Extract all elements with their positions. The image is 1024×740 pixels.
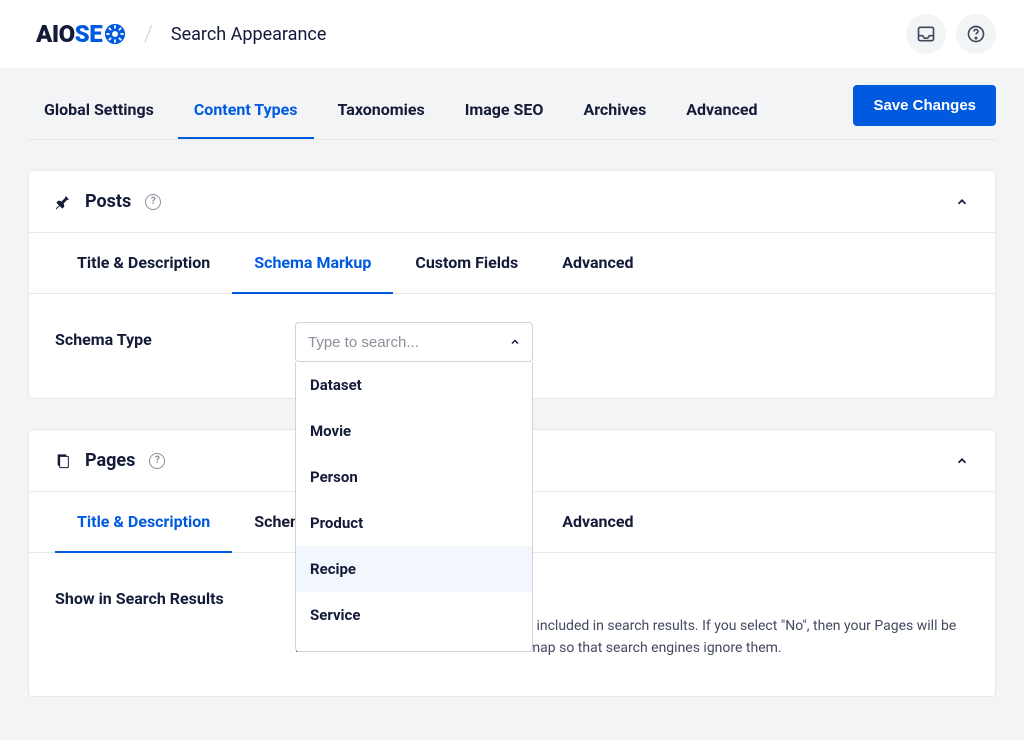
- chevron-up-icon: [955, 195, 969, 209]
- posts-subtab-advanced[interactable]: Advanced: [540, 233, 655, 294]
- posts-subtab-schema[interactable]: Schema Markup: [232, 233, 393, 294]
- dropdown-item-movie[interactable]: Movie: [296, 408, 532, 454]
- chevron-up-icon: [955, 454, 969, 468]
- header-left: AIOSE / Search Appearance: [36, 20, 326, 48]
- tab-image-seo[interactable]: Image SEO: [449, 82, 560, 139]
- pages-help-icon[interactable]: ?: [149, 453, 165, 469]
- dropdown-item-software[interactable]: Software Application: [296, 638, 532, 652]
- dropdown-item-dataset[interactable]: Dataset: [296, 362, 532, 408]
- schema-type-input[interactable]: [295, 322, 533, 362]
- page-title: Search Appearance: [171, 24, 327, 45]
- pages-subtab-title-desc[interactable]: Title & Description: [55, 492, 232, 553]
- posts-header-left: Posts ?: [55, 191, 161, 212]
- breadcrumb-divider: /: [144, 22, 153, 47]
- pages-icon: [55, 453, 71, 469]
- pages-title: Pages: [85, 450, 135, 471]
- main-container: Global Settings Content Types Taxonomies…: [0, 82, 1024, 697]
- gear-icon: [104, 23, 126, 45]
- posts-help-icon[interactable]: ?: [145, 194, 161, 210]
- tab-advanced[interactable]: Advanced: [670, 82, 773, 139]
- posts-subtabs: Title & Description Schema Markup Custom…: [29, 232, 995, 294]
- schema-type-dropdown: Dataset Movie Person Product Recipe Serv…: [295, 322, 533, 362]
- inbox-button[interactable]: [906, 14, 946, 54]
- dropdown-item-person[interactable]: Person: [296, 454, 532, 500]
- pin-icon: [55, 194, 71, 210]
- inbox-icon: [916, 24, 936, 44]
- main-tab-bar: Global Settings Content Types Taxonomies…: [28, 82, 996, 140]
- save-button[interactable]: Save Changes: [853, 85, 996, 126]
- tab-archives[interactable]: Archives: [567, 82, 662, 139]
- app-header: AIOSE / Search Appearance: [0, 0, 1024, 68]
- posts-subtab-custom-fields[interactable]: Custom Fields: [393, 233, 540, 294]
- dropdown-item-service[interactable]: Service: [296, 592, 532, 638]
- help-button[interactable]: [956, 14, 996, 54]
- dropdown-item-recipe[interactable]: Recipe: [296, 546, 532, 592]
- tab-global-settings[interactable]: Global Settings: [28, 82, 170, 139]
- pages-header-left: Pages ?: [55, 450, 165, 471]
- logo[interactable]: AIOSE: [36, 20, 126, 48]
- tab-taxonomies[interactable]: Taxonomies: [322, 82, 441, 139]
- logo-text-a: AIO: [36, 20, 75, 48]
- header-right: [906, 14, 996, 54]
- posts-card-header[interactable]: Posts ?: [29, 171, 995, 232]
- dropdown-item-product[interactable]: Product: [296, 500, 532, 546]
- posts-card-body: Schema Type Dataset Movie Person Product…: [29, 294, 995, 398]
- main-tabs: Global Settings Content Types Taxonomies…: [28, 82, 774, 139]
- schema-dropdown-list: Dataset Movie Person Product Recipe Serv…: [295, 362, 533, 652]
- show-in-search-label: Show in Search Results: [55, 581, 255, 660]
- posts-title: Posts: [85, 191, 131, 212]
- help-icon: [966, 24, 986, 44]
- posts-subtab-title-desc[interactable]: Title & Description: [55, 233, 232, 294]
- logo-text-seo: SE: [75, 20, 102, 48]
- posts-card: Posts ? Title & Description Schema Marku…: [28, 170, 996, 399]
- pages-subtab-advanced[interactable]: Advanced: [540, 492, 655, 553]
- schema-type-label: Schema Type: [55, 322, 255, 362]
- schema-type-field: Dataset Movie Person Product Recipe Serv…: [295, 322, 969, 362]
- tab-content-types[interactable]: Content Types: [178, 82, 314, 139]
